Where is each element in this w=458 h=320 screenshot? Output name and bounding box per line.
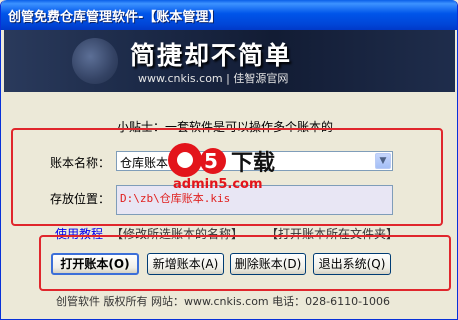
banner-logo-icon — [72, 38, 118, 84]
window-title: 创管免费仓库管理软件-【账本管理】 — [8, 10, 222, 25]
watermark-site: admin5.com — [173, 177, 263, 192]
open-book-button[interactable]: 打开账本(O) — [51, 253, 139, 275]
watermark-5-digit: 5 — [204, 149, 218, 173]
title-bar[interactable]: 创管免费仓库管理软件-【账本管理】 — [1, 0, 457, 30]
chevron-down-icon[interactable]: ▼ — [375, 153, 391, 169]
exit-system-button[interactable]: 退出系统(Q) — [313, 253, 391, 275]
banner-image: 简捷却不简单 www.cnkis.com | 佳智源官网 — [4, 30, 455, 92]
watermark-logo: 5 下载 admin5.com — [168, 143, 275, 192]
new-book-button[interactable]: 新增账本(A) — [147, 253, 224, 275]
banner-subline: www.cnkis.com | 佳智源官网 — [138, 72, 289, 85]
watermark-a-hole — [177, 152, 193, 168]
storage-location-value: D:\zb\仓库账本.kis — [120, 192, 231, 205]
banner-headline: 简捷却不简单 — [130, 41, 293, 70]
main-window: 创管免费仓库管理软件-【账本管理】 简捷却不简单 www.cnkis.com |… — [0, 0, 458, 320]
storage-location-label: 存放位置： — [50, 192, 111, 206]
watermark-brand: 下载 — [231, 150, 275, 176]
book-name-label: 账本名称： — [50, 156, 111, 170]
delete-book-button[interactable]: 删除账本(D) — [230, 253, 306, 275]
footer-text: 创管软件 版权所有 网站：www.cnkis.com 电话：028-6110-1… — [56, 295, 391, 308]
